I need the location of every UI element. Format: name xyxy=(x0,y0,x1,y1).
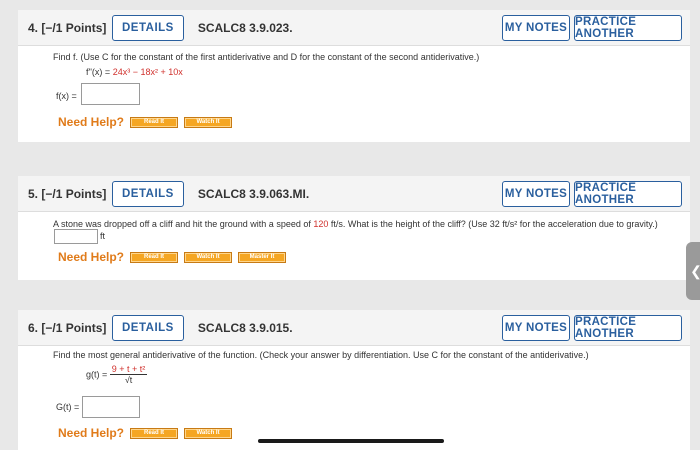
question-5-code: SCALC8 3.9.063.MI. xyxy=(197,186,310,201)
read-it-button[interactable]: Read It xyxy=(130,427,179,439)
practice-another-button[interactable]: PRACTICE ANOTHER xyxy=(574,315,682,341)
watch-it-button[interactable]: Watch It xyxy=(184,427,233,439)
practice-another-button[interactable]: PRACTICE ANOTHER xyxy=(574,181,682,207)
practice-another-button[interactable]: PRACTICE ANOTHER xyxy=(574,15,682,41)
equation: f''(x) = 24x³ − 18x² + 10x xyxy=(86,67,183,77)
question-6-code: SCALC8 3.9.015. xyxy=(197,320,293,335)
need-help-row: Need Help? Read It Watch It xyxy=(58,115,233,129)
question-4-code: SCALC8 3.9.023. xyxy=(197,20,293,35)
horizontal-scrollbar[interactable] xyxy=(258,439,444,443)
equation: g(t) = 9 + t + t² √t xyxy=(86,364,148,385)
my-notes-button[interactable]: MY NOTES xyxy=(502,15,570,41)
question-4-body: Find f. (Use C for the constant of the f… xyxy=(18,46,690,142)
answer-input[interactable] xyxy=(81,83,140,105)
question-6-body: Find the most general antiderivative of … xyxy=(18,346,690,450)
question-4-header: 4. [−/1 Points] DETAILS SCALC8 3.9.023. … xyxy=(18,10,690,46)
question-4-number: 4. [−/1 Points] xyxy=(28,20,107,35)
my-notes-button[interactable]: MY NOTES xyxy=(502,315,570,341)
details-button[interactable]: DETAILS xyxy=(112,180,184,207)
read-it-button[interactable]: Read It xyxy=(130,251,179,263)
question-prompt: Find f. (Use C for the constant of the f… xyxy=(53,52,480,62)
need-help-row: Need Help? Read It Watch It Master It xyxy=(58,250,287,264)
master-it-button[interactable]: Master It xyxy=(238,251,287,263)
answer-input[interactable] xyxy=(54,229,98,244)
my-notes-button[interactable]: MY NOTES xyxy=(502,181,570,207)
watch-it-button[interactable]: Watch It xyxy=(184,116,233,128)
question-prompt: Find the most general antiderivative of … xyxy=(53,350,589,360)
question-5-header: 5. [−/1 Points] DETAILS SCALC8 3.9.063.M… xyxy=(18,176,690,212)
need-help-label: Need Help? xyxy=(58,115,125,129)
details-button[interactable]: DETAILS xyxy=(112,314,184,341)
question-prompt: A stone was dropped off a cliff and hit … xyxy=(53,219,658,229)
side-panel-toggle[interactable]: ❮ xyxy=(686,242,700,300)
question-5: 5. [−/1 Points] DETAILS SCALC8 3.9.063.M… xyxy=(18,176,690,280)
answer-label: G(t) = xyxy=(56,402,80,412)
answer-unit: ft xyxy=(100,231,106,241)
question-5-number: 5. [−/1 Points] xyxy=(28,186,107,201)
question-6: 6. [−/1 Points] DETAILS SCALC8 3.9.015. … xyxy=(18,310,690,450)
need-help-label: Need Help? xyxy=(58,426,125,440)
question-6-number: 6. [−/1 Points] xyxy=(28,320,107,335)
read-it-button[interactable]: Read It xyxy=(130,116,179,128)
details-button[interactable]: DETAILS xyxy=(112,14,184,41)
question-4: 4. [−/1 Points] DETAILS SCALC8 3.9.023. … xyxy=(18,10,690,142)
need-help-row: Need Help? Read It Watch It xyxy=(58,426,233,440)
watch-it-button[interactable]: Watch It xyxy=(184,251,233,263)
answer-label: f(x) = xyxy=(56,91,77,101)
question-5-body: A stone was dropped off a cliff and hit … xyxy=(18,212,690,280)
question-6-header: 6. [−/1 Points] DETAILS SCALC8 3.9.015. … xyxy=(18,310,690,346)
answer-input[interactable] xyxy=(82,396,140,418)
fraction: 9 + t + t² √t xyxy=(109,364,148,385)
need-help-label: Need Help? xyxy=(58,250,125,264)
chevron-left-icon: ❮ xyxy=(690,263,700,280)
